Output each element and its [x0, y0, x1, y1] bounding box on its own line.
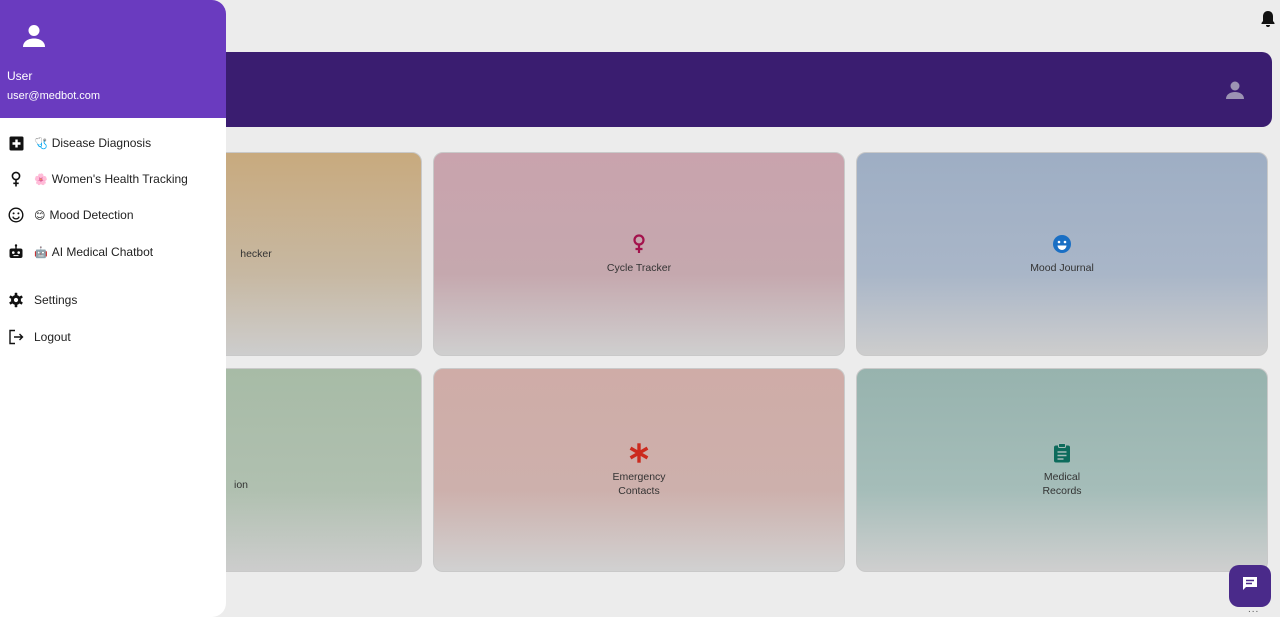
medical-cross-icon: [8, 135, 24, 151]
chat-icon: [1241, 575, 1259, 598]
logout-icon: [8, 329, 24, 345]
chat-fab-button[interactable]: [1229, 565, 1271, 607]
robot-emoji: 🤖: [34, 246, 48, 259]
smiley-icon: [1051, 233, 1073, 255]
user-email: user@medbot.com: [7, 90, 101, 102]
clipboard-icon: [1051, 442, 1073, 464]
smile-emoji: 😊: [34, 209, 46, 222]
menu-item-mood-detection[interactable]: 😊 Mood Detection: [0, 197, 226, 233]
card-label: Mood Journal: [1030, 262, 1094, 274]
menu-item-text: Settings: [34, 293, 78, 307]
female-icon: [8, 171, 24, 187]
notification-bell-icon[interactable]: [1260, 10, 1276, 28]
robot-icon: [8, 244, 24, 260]
feature-card-emergency-contacts[interactable]: Emergency Contacts: [433, 368, 845, 572]
menu-item-label: 🤖 AI Medical Chatbot: [34, 245, 153, 259]
user-name: User: [7, 69, 33, 83]
menu-item-text: Logout: [34, 330, 71, 344]
feature-card-cycle-tracker[interactable]: Cycle Tracker: [433, 152, 845, 356]
drawer-header: User user@medbot.com: [0, 0, 226, 118]
menu-item-settings[interactable]: Settings: [0, 282, 226, 318]
card-label: Emergency Contacts: [612, 471, 666, 497]
menu-item-label: 🩺 Disease Diagnosis: [34, 136, 151, 150]
more-dots: ...: [1248, 604, 1260, 615]
menu-item-text: Disease Diagnosis: [51, 136, 152, 150]
blossom-emoji: 🌸: [34, 173, 48, 186]
menu-item-text: Mood Detection: [49, 208, 134, 222]
asterisk-icon: [628, 442, 650, 464]
card-label: Cycle Tracker: [606, 262, 672, 274]
menu-item-disease-diagnosis[interactable]: 🩺 Disease Diagnosis: [0, 125, 226, 161]
user-avatar-icon: [20, 22, 48, 50]
gear-icon: [8, 292, 24, 308]
card-label: ion: [233, 479, 248, 491]
menu-item-ai-chatbot[interactable]: 🤖 AI Medical Chatbot: [0, 234, 226, 270]
feature-card-medical-records[interactable]: Medical Records: [856, 368, 1268, 572]
menu-item-label: 🌸 Women's Health Tracking: [34, 172, 188, 186]
card-label: hecker: [240, 248, 272, 260]
menu-item-womens-health[interactable]: 🌸 Women's Health Tracking: [0, 161, 226, 197]
navigation-drawer: User user@medbot.com 🩺 Disease Diagnosis …: [0, 0, 226, 617]
card-label: Medical Records: [1042, 471, 1082, 497]
profile-avatar-icon[interactable]: [1224, 79, 1246, 101]
menu-item-text: Women's Health Tracking: [51, 172, 188, 186]
feature-card-mood-journal[interactable]: Mood Journal: [856, 152, 1268, 356]
menu-item-text: AI Medical Chatbot: [51, 245, 154, 259]
menu-item-logout[interactable]: Logout: [0, 319, 226, 355]
female-icon: [628, 233, 650, 255]
stethoscope-emoji: 🩺: [34, 137, 48, 150]
smiley-icon: [8, 207, 24, 223]
menu-item-label: 😊 Mood Detection: [34, 208, 134, 222]
